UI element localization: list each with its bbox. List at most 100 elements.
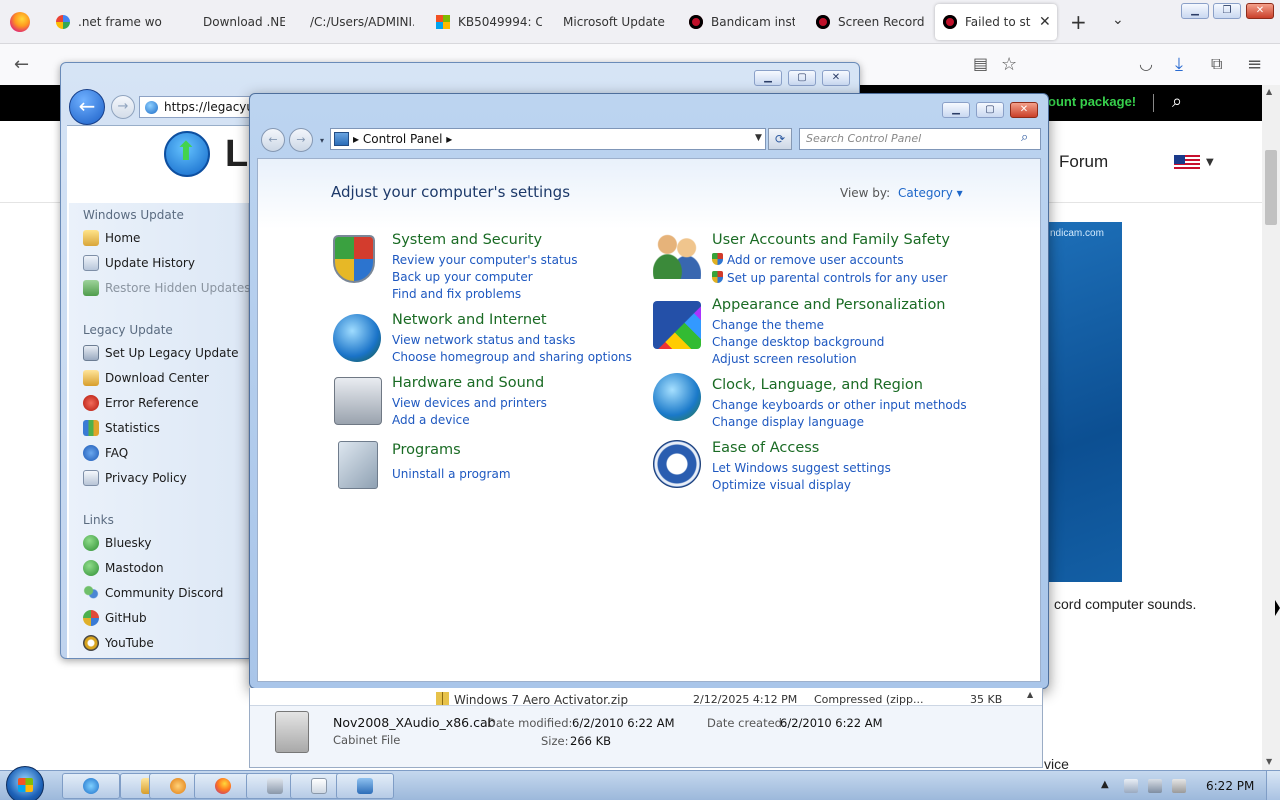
link-devices-printers[interactable]: View devices and printers (392, 396, 547, 410)
taskbar-firefox[interactable] (194, 773, 252, 799)
cp-close-button[interactable]: ✕ (1010, 102, 1038, 118)
users-icon[interactable] (653, 231, 701, 279)
category-appearance[interactable]: Appearance and Personalization (712, 297, 946, 313)
back-arrow-icon[interactable]: ← (14, 54, 29, 75)
browser-tab[interactable]: KB5049994: Cur (436, 4, 542, 40)
cp-address-bar[interactable]: ▸ Control Panel ▸ ▼ (330, 128, 766, 150)
browser-tab[interactable]: Bandicam insta (689, 4, 795, 40)
bookmark-star-icon[interactable]: ☆ (1001, 54, 1017, 75)
menu-hamburger-icon[interactable]: ≡ (1247, 54, 1262, 75)
close-tab-icon[interactable]: ✕ (1039, 14, 1051, 30)
taskbar-clock[interactable]: 6:22 PM (1206, 779, 1254, 793)
category-ease-of-access[interactable]: Ease of Access (712, 440, 819, 456)
search-input[interactable]: Search Control Panel ⌕ (799, 128, 1041, 150)
link-network-status[interactable]: View network status and tasks (392, 333, 575, 347)
recent-pages-icon[interactable]: ▾ (320, 136, 324, 145)
link-screen-resolution[interactable]: Adjust screen resolution (712, 352, 857, 366)
cp-maximize-button[interactable]: ▢ (976, 102, 1004, 118)
chevron-right-icon[interactable]: ▸ (446, 132, 452, 146)
scrollbar-thumb[interactable] (1265, 150, 1277, 225)
view-by-dropdown[interactable]: Category ▾ (898, 186, 963, 200)
category-programs[interactable]: Programs (392, 442, 461, 458)
sidebar-item-download-center[interactable]: Download Center (83, 370, 209, 386)
link-back-up[interactable]: Back up your computer (392, 270, 533, 284)
sidebar-item-bluesky[interactable]: Bluesky (83, 535, 151, 551)
category-hardware-and-sound[interactable]: Hardware and Sound (392, 375, 544, 391)
browser-tab-active[interactable]: Failed to star ✕ (935, 4, 1057, 40)
ie-maximize-button[interactable]: ▢ (788, 70, 816, 86)
programs-disc-icon[interactable] (338, 441, 378, 489)
sidebar-item-faq[interactable]: FAQ (83, 445, 128, 461)
reader-view-icon[interactable]: ▤ (973, 54, 988, 73)
sidebar-item-error-reference[interactable]: Error Reference (83, 395, 199, 411)
network-icon[interactable] (1148, 779, 1162, 793)
new-tab-button[interactable]: + (1070, 10, 1087, 34)
ie-minimize-button[interactable]: ▁ (754, 70, 782, 86)
category-clock-language-region[interactable]: Clock, Language, and Region (712, 377, 923, 393)
chevron-right-icon[interactable]: ▸ (353, 132, 363, 146)
show-hidden-icons-button[interactable]: ▲ (1101, 779, 1109, 790)
link-find-fix-problems[interactable]: Find and fix problems (392, 287, 521, 301)
download-icon[interactable]: ⤓ (1175, 54, 1183, 75)
volume-muted-icon[interactable] (1172, 779, 1186, 793)
category-user-accounts[interactable]: User Accounts and Family Safety (712, 232, 950, 248)
scroll-up-icon[interactable]: ▲ (1027, 690, 1033, 699)
link-homegroup[interactable]: Choose homegroup and sharing options (392, 350, 632, 364)
link-parental-controls[interactable]: Set up parental controls for any user (712, 271, 947, 285)
link-desktop-background[interactable]: Change desktop background (712, 335, 884, 349)
extensions-icon[interactable]: ⧉ (1211, 54, 1222, 74)
sidebar-item-home[interactable]: Home (83, 230, 140, 246)
clock-globe-icon[interactable] (653, 373, 701, 421)
ease-of-access-icon[interactable] (653, 440, 701, 488)
cp-forward-button[interactable]: → (289, 128, 313, 152)
start-button[interactable] (6, 766, 44, 800)
refresh-button[interactable]: ⟳ (768, 128, 792, 150)
appearance-icon[interactable] (653, 301, 701, 349)
sidebar-item-setup[interactable]: Set Up Legacy Update (83, 345, 239, 361)
browser-tab[interactable]: /C:/Users/ADMINI... (288, 4, 414, 40)
link-review-status[interactable]: Review your computer's status (392, 253, 578, 267)
link-optimize-display[interactable]: Optimize visual display (712, 478, 851, 492)
browser-tab[interactable]: Microsoft Update C (541, 4, 665, 40)
link-suggest-settings[interactable]: Let Windows suggest settings (712, 461, 891, 475)
search-icon[interactable]: ⌕ (1172, 91, 1182, 112)
banner-text[interactable]: ount package! (1048, 94, 1136, 109)
page-scrollbar[interactable]: ▲ ▼ (1262, 85, 1280, 770)
chevron-down-icon[interactable]: ▼ (755, 133, 762, 143)
breadcrumb-control-panel[interactable]: Control Panel (363, 132, 443, 146)
security-shield-icon[interactable] (333, 235, 375, 283)
us-flag-icon[interactable] (1174, 155, 1200, 171)
search-icon[interactable]: ⌕ (1021, 130, 1028, 145)
chevron-down-icon[interactable]: ▼ (1206, 157, 1214, 168)
sidebar-item-privacy-policy[interactable]: Privacy Policy (83, 470, 187, 486)
action-center-icon[interactable] (1124, 779, 1138, 793)
browser-tab[interactable]: Download .NET (181, 4, 285, 40)
sidebar-item-update-history[interactable]: Update History (83, 255, 195, 271)
category-system-and-security[interactable]: System and Security (392, 232, 542, 248)
scroll-down-icon[interactable]: ▼ (1266, 757, 1272, 766)
minimize-button[interactable]: ▁ (1181, 3, 1209, 19)
cp-minimize-button[interactable]: ▁ (942, 102, 970, 118)
sidebar-item-github[interactable]: GitHub (83, 610, 147, 626)
close-button[interactable]: ✕ (1246, 3, 1274, 19)
file-list-row[interactable]: Windows 7 Aero Activator.zip 2/12/2025 4… (250, 688, 1042, 707)
link-add-device[interactable]: Add a device (392, 413, 470, 427)
link-uninstall-program[interactable]: Uninstall a program (392, 467, 511, 481)
restore-button[interactable]: ❐ (1213, 3, 1241, 19)
list-all-tabs-button[interactable]: ⌄ (1112, 12, 1124, 28)
scroll-up-icon[interactable]: ▲ (1266, 87, 1272, 96)
cp-back-button[interactable]: ← (261, 128, 285, 152)
taskbar-control-panel[interactable] (336, 773, 394, 799)
link-change-theme[interactable]: Change the theme (712, 318, 824, 332)
link-add-remove-accounts[interactable]: Add or remove user accounts (712, 253, 904, 267)
sidebar-item-youtube[interactable]: YouTube (83, 635, 154, 651)
category-network-and-internet[interactable]: Network and Internet (392, 312, 547, 328)
sidebar-item-community-discord[interactable]: Community Discord (83, 585, 223, 601)
firefox-menu-icon[interactable] (10, 12, 30, 32)
ie-forward-button[interactable]: → (111, 95, 135, 119)
forum-link[interactable]: Forum (1059, 152, 1108, 172)
link-display-language[interactable]: Change display language (712, 415, 864, 429)
sidebar-item-mastodon[interactable]: Mastodon (83, 560, 164, 576)
ie-close-button[interactable]: ✕ (822, 70, 850, 86)
printer-speaker-icon[interactable] (334, 377, 382, 425)
